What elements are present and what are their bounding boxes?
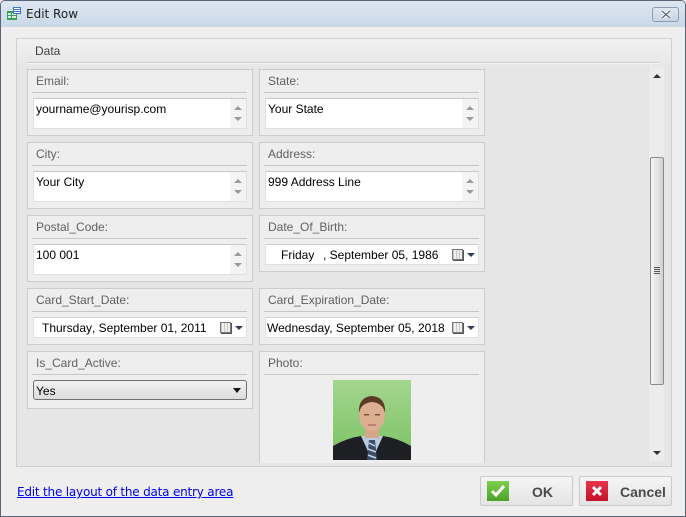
edit-layout-link[interactable]: Edit the layout of the data entry area [17,485,233,499]
state-label: State: [268,74,300,88]
close-button[interactable] [652,7,679,22]
portrait-photo[interactable] [333,380,411,460]
city-label: City: [36,147,60,161]
vertical-scrollbar[interactable] [648,67,664,461]
group-divider [27,62,659,64]
title-bar: Edit Row [1,1,685,27]
is-card-active-value: Yes [36,384,56,398]
scroll-up-icon[interactable] [234,179,242,183]
scroll-down-icon[interactable] [466,117,474,121]
divider [32,92,247,93]
email-label: Email: [36,74,70,88]
dropdown-arrow-icon[interactable] [467,253,475,257]
city-card: City: Your City [27,142,253,209]
state-card: State: Your State [259,69,485,136]
photo-card: Photo: [259,351,485,463]
postal-code-label: Postal_Code: [36,220,109,234]
scroll-down-icon[interactable] [234,263,242,267]
divider [32,165,247,166]
postal-code-card: Postal_Code: 100 001 [27,215,253,282]
state-scroll[interactable] [462,99,478,128]
date-of-birth-input[interactable]: Friday , September 05, 1986 [265,244,479,265]
email-value: yourname@yourisp.com [36,102,167,116]
checkmark-icon [487,481,509,501]
state-input[interactable]: Your State [265,98,479,129]
postal-code-scroll[interactable] [230,245,246,274]
calendar-icon[interactable] [452,322,463,333]
cancel-button[interactable]: Cancel [579,476,672,506]
card-start-date-input[interactable]: Thursday , September 01, 2011 [33,317,247,338]
address-scroll[interactable] [462,172,478,201]
scroll-thumb[interactable] [650,156,664,385]
is-card-active-label: Is_Card_Active: [36,356,121,370]
card-expiration-date-value: Wednesday, September 05, 2018 [267,321,445,335]
card-expiration-date-input[interactable]: Wednesday, September 05, 2018 [265,317,479,338]
card-expiration-date-card: Card_Expiration_Date: Wednesday, Septemb… [259,288,485,345]
card-start-date-label: Card_Start_Date: [36,293,130,307]
calendar-icon[interactable] [452,249,463,260]
ok-label: OK [532,484,553,500]
email-scroll[interactable] [230,99,246,128]
divider [264,238,479,239]
address-value: 999 Address Line [268,175,361,189]
is-card-active-select[interactable]: Yes [33,380,247,400]
is-card-active-card: Is_Card_Active: Yes [27,351,253,409]
cancel-label: Cancel [620,484,666,500]
postal-code-input[interactable]: 100 001 [33,244,247,275]
scroll-up-icon[interactable] [466,106,474,110]
state-value: Your State [268,102,324,116]
city-value: Your City [36,175,85,189]
scroll-down-icon[interactable] [234,190,242,194]
divider [32,311,247,312]
email-card: Email: yourname@yourisp.com [27,69,253,136]
ok-button[interactable]: OK [480,476,573,506]
address-label: Address: [268,147,316,161]
divider [264,165,479,166]
window-title: Edit Row [26,7,79,21]
divider [264,92,479,93]
calendar-icon[interactable] [220,322,231,333]
group-title: Data [35,44,61,58]
chevron-down-icon [233,388,241,393]
divider [264,374,479,375]
card-start-date-card: Card_Start_Date: Thursday , September 01… [27,288,253,345]
email-input[interactable]: yourname@yourisp.com [33,98,247,129]
postal-code-value: 100 001 [36,248,80,262]
address-card: Address: 999 Address Line [259,142,485,209]
scroll-up-icon[interactable] [234,106,242,110]
grip-icon [654,266,660,274]
arrow-up-icon [652,73,661,78]
dropdown-arrow-icon[interactable] [235,326,243,330]
divider [264,311,479,312]
city-input[interactable]: Your City [33,171,247,202]
close-icon [660,10,671,19]
edit-row-dialog: Edit Row Data Email: yourname@yourisp.co… [0,0,686,517]
card-start-date-date: , September 01, 2011 [92,321,207,335]
photo-label: Photo: [268,356,303,370]
city-scroll[interactable] [230,172,246,201]
date-of-birth-date: , September 05, 1986 [323,248,439,262]
scroll-up-icon[interactable] [234,252,242,256]
date-of-birth-card: Date_Of_Birth: Friday , September 05, 19… [259,215,485,272]
grid-edit-icon [7,7,21,20]
divider [32,374,247,375]
scroll-up-icon[interactable] [466,179,474,183]
arrow-down-icon [652,450,661,455]
scroll-down-icon[interactable] [466,190,474,194]
date-of-birth-label: Date_Of_Birth: [268,220,348,234]
scroll-down-button[interactable] [649,444,664,461]
divider [32,238,247,239]
card-start-date-day: Thursday [42,321,93,335]
scroll-up-button[interactable] [649,67,664,84]
date-of-birth-day: Friday [281,248,315,262]
scroll-down-icon[interactable] [234,117,242,121]
x-icon [586,481,608,501]
card-expiration-date-label: Card_Expiration_Date: [268,293,390,307]
person-photo-icon [333,396,411,460]
dropdown-arrow-icon[interactable] [467,326,475,330]
address-input[interactable]: 999 Address Line [265,171,479,202]
